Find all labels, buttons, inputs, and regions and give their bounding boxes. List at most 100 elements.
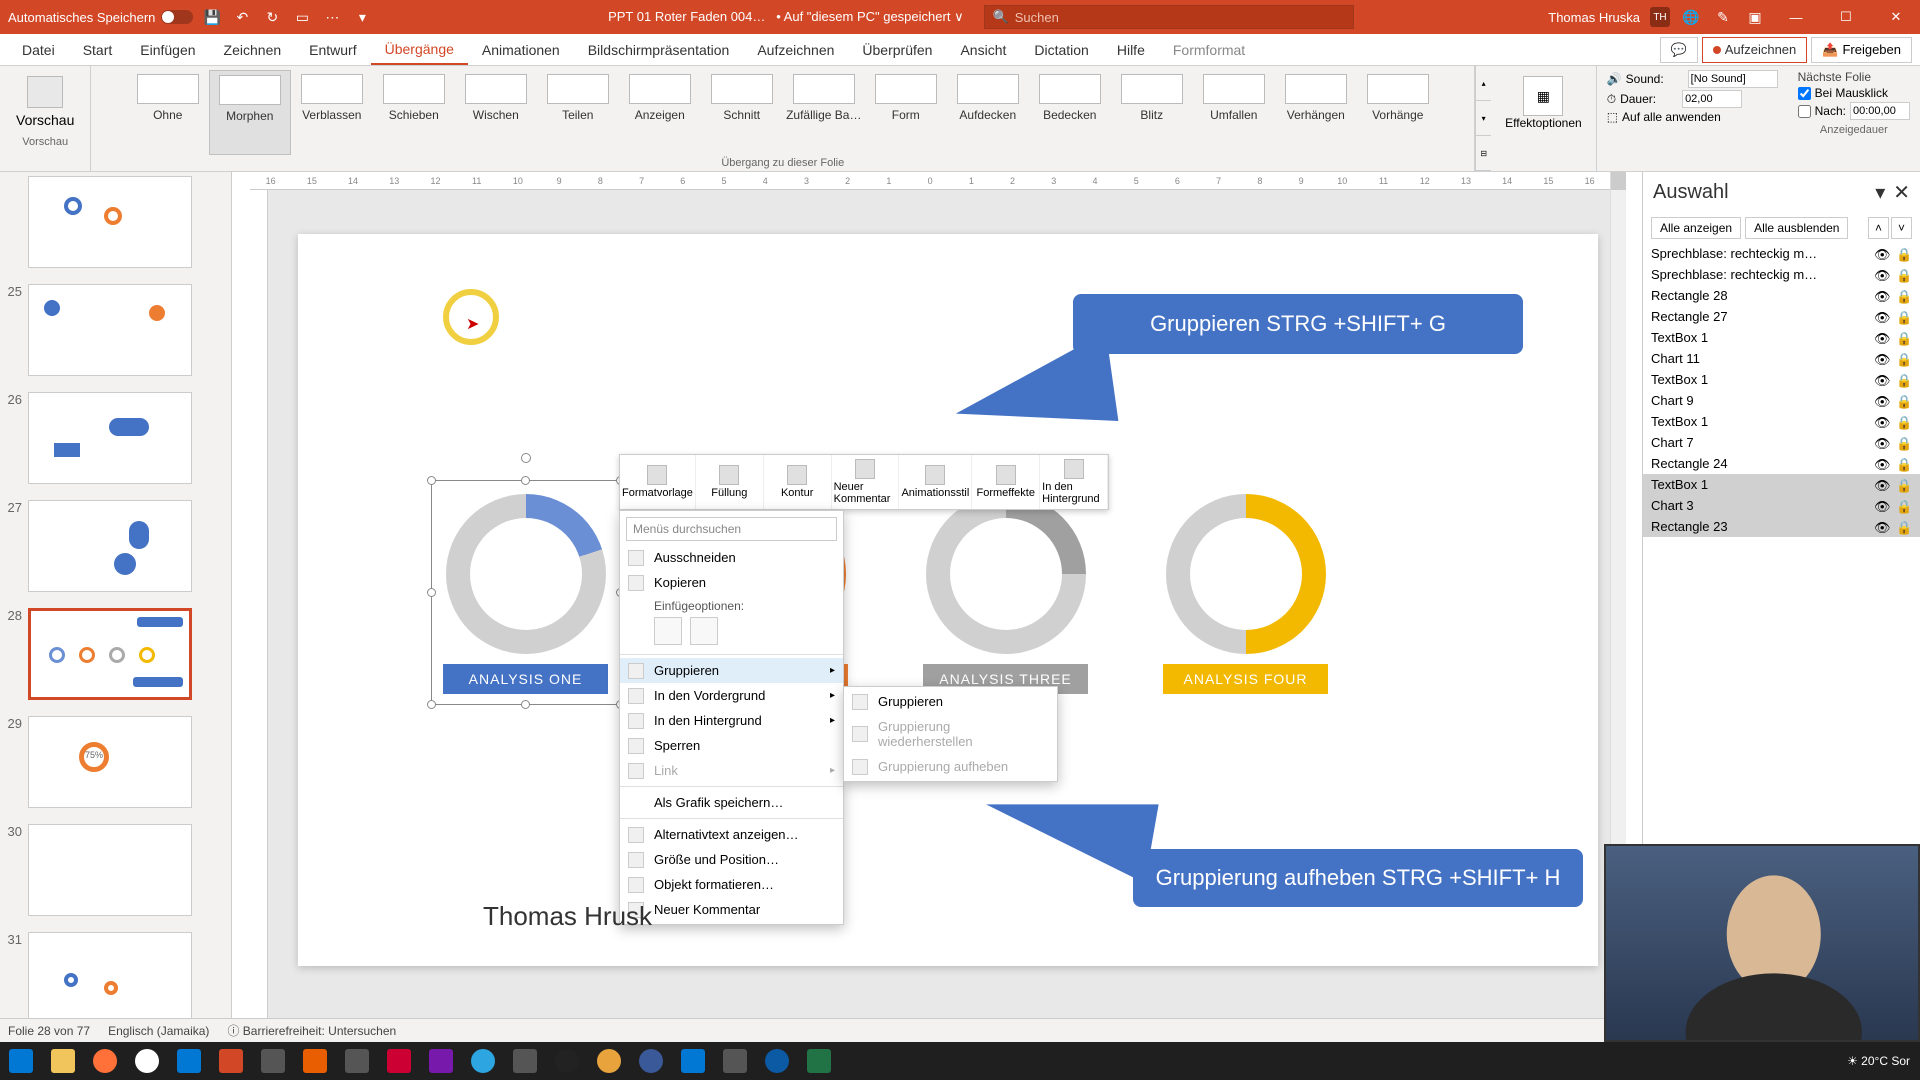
- effect-options-button[interactable]: ▦ Effektoptionen: [1497, 70, 1590, 136]
- visibility-icon[interactable]: 👁: [1874, 373, 1890, 387]
- pane-close-icon[interactable]: ✕: [1893, 180, 1910, 205]
- undo-icon[interactable]: ↶: [231, 6, 253, 28]
- user-avatar[interactable]: TH: [1650, 7, 1670, 27]
- accessibility-status[interactable]: ⓘ Barrierefreiheit: Untersuchen: [227, 1022, 396, 1039]
- selection-item[interactable]: Chart 3👁🔒: [1643, 495, 1920, 516]
- cm-send-back[interactable]: In den Hintergrund: [620, 708, 843, 733]
- tb-powerpoint[interactable]: [210, 1042, 252, 1080]
- visibility-icon[interactable]: 👁: [1874, 310, 1890, 324]
- visibility-icon[interactable]: 👁: [1874, 478, 1890, 492]
- maximize-button[interactable]: ☐: [1826, 0, 1866, 34]
- visibility-icon[interactable]: 👁: [1874, 331, 1890, 345]
- redo-icon[interactable]: ↻: [261, 6, 283, 28]
- more-qa-icon[interactable]: ⋯: [321, 6, 343, 28]
- lock-icon[interactable]: 🔒: [1896, 289, 1912, 303]
- autosave-toggle[interactable]: Automatisches Speichern: [8, 10, 193, 25]
- sm-group[interactable]: Gruppieren: [844, 689, 1057, 714]
- hide-all-button[interactable]: Alle ausblenden: [1745, 217, 1848, 239]
- selection-item[interactable]: Rectangle 23👁🔒: [1643, 516, 1920, 537]
- language-status[interactable]: Englisch (Jamaika): [108, 1024, 209, 1038]
- mt-fuellung[interactable]: Füllung: [696, 455, 764, 509]
- visibility-icon[interactable]: 👁: [1874, 394, 1890, 408]
- thumb-31[interactable]: [28, 932, 192, 1024]
- visibility-icon[interactable]: 👁: [1874, 268, 1890, 282]
- cm-new-comment[interactable]: Neuer Kommentar: [620, 897, 843, 922]
- close-button[interactable]: ✕: [1876, 0, 1916, 34]
- pen-icon[interactable]: ✎: [1712, 6, 1734, 28]
- tab-einfuegen[interactable]: Einfügen: [126, 36, 209, 64]
- tab-datei[interactable]: Datei: [8, 36, 69, 64]
- lock-icon[interactable]: 🔒: [1896, 352, 1912, 366]
- thumb-25[interactable]: [28, 284, 192, 376]
- lock-icon[interactable]: 🔒: [1896, 310, 1912, 324]
- transition-zufällige ba…[interactable]: Zufällige Ba…: [783, 70, 865, 155]
- tab-start[interactable]: Start: [69, 36, 127, 64]
- tab-uebergaenge[interactable]: Übergänge: [371, 35, 468, 65]
- paste-option-2[interactable]: [690, 617, 718, 645]
- transition-schieben[interactable]: Schieben: [373, 70, 455, 155]
- tab-zeichnen[interactable]: Zeichnen: [210, 36, 296, 64]
- pane-dropdown-icon[interactable]: ▾: [1875, 180, 1885, 205]
- mt-kontur[interactable]: Kontur: [764, 455, 832, 509]
- tb-edge[interactable]: [756, 1042, 798, 1080]
- thumb-24[interactable]: [28, 176, 192, 268]
- transition-teilen[interactable]: Teilen: [537, 70, 619, 155]
- lock-icon[interactable]: 🔒: [1896, 520, 1912, 534]
- tab-hilfe[interactable]: Hilfe: [1103, 36, 1159, 64]
- selection-item[interactable]: TextBox 1👁🔒: [1643, 327, 1920, 348]
- transition-vorhänge[interactable]: Vorhänge: [1357, 70, 1439, 155]
- menu-search[interactable]: Menüs durchsuchen: [626, 517, 837, 541]
- tab-ueberpruefen[interactable]: Überprüfen: [848, 36, 946, 64]
- tb-app7[interactable]: [672, 1042, 714, 1080]
- mt-formatvorlage[interactable]: Formatvorlage: [620, 455, 696, 509]
- transition-ohne[interactable]: Ohne: [127, 70, 209, 155]
- transition-verhängen[interactable]: Verhängen: [1275, 70, 1357, 155]
- lock-icon[interactable]: 🔒: [1896, 373, 1912, 387]
- selection-item[interactable]: Sprechblase: rechteckig m…👁🔒: [1643, 243, 1920, 264]
- tb-app2[interactable]: [336, 1042, 378, 1080]
- apply-all-button[interactable]: ⬚Auf alle anwenden: [1607, 110, 1778, 124]
- selection-item[interactable]: Sprechblase: rechteckig m…👁🔒: [1643, 264, 1920, 285]
- transition-bedecken[interactable]: Bedecken: [1029, 70, 1111, 155]
- mt-hintergrund[interactable]: In den Hintergrund: [1040, 455, 1108, 509]
- tb-excel[interactable]: [798, 1042, 840, 1080]
- mt-effekte[interactable]: Formeffekte: [972, 455, 1040, 509]
- tb-chrome[interactable]: [126, 1042, 168, 1080]
- tb-app8[interactable]: [714, 1042, 756, 1080]
- transition-schnitt[interactable]: Schnitt: [701, 70, 783, 155]
- rotate-handle[interactable]: [521, 453, 531, 463]
- comments-button[interactable]: 💬: [1660, 37, 1698, 63]
- lock-icon[interactable]: 🔒: [1896, 247, 1912, 261]
- on-click-checkbox[interactable]: [1798, 87, 1811, 100]
- cm-copy[interactable]: Kopieren: [620, 570, 843, 595]
- tb-app1[interactable]: [252, 1042, 294, 1080]
- lock-icon[interactable]: 🔒: [1896, 415, 1912, 429]
- lock-icon[interactable]: 🔒: [1896, 478, 1912, 492]
- show-all-button[interactable]: Alle anzeigen: [1651, 217, 1741, 239]
- window-icon[interactable]: ▣: [1744, 6, 1766, 28]
- tab-ansicht[interactable]: Ansicht: [946, 36, 1020, 64]
- thumb-26[interactable]: [28, 392, 192, 484]
- cm-format-object[interactable]: Objekt formatieren…: [620, 872, 843, 897]
- transition-blitz[interactable]: Blitz: [1111, 70, 1193, 155]
- visibility-icon[interactable]: 👁: [1874, 247, 1890, 261]
- after-input[interactable]: [1850, 102, 1910, 120]
- thumb-30[interactable]: [28, 824, 192, 916]
- selection-item[interactable]: Chart 7👁🔒: [1643, 432, 1920, 453]
- lock-icon[interactable]: 🔒: [1896, 499, 1912, 513]
- lock-icon[interactable]: 🔒: [1896, 436, 1912, 450]
- mt-kommentar[interactable]: Neuer Kommentar: [832, 455, 900, 509]
- cm-cut[interactable]: Ausschneiden: [620, 545, 843, 570]
- tb-outlook[interactable]: [168, 1042, 210, 1080]
- mt-animation[interactable]: Animationsstil: [899, 455, 972, 509]
- start-button[interactable]: [0, 1042, 42, 1080]
- tab-animationen[interactable]: Animationen: [468, 36, 574, 64]
- visibility-icon[interactable]: 👁: [1874, 289, 1890, 303]
- globe-icon[interactable]: 🌐: [1680, 6, 1702, 28]
- move-down-icon[interactable]: ˅: [1891, 217, 1912, 239]
- cm-save-picture[interactable]: Als Grafik speichern…: [620, 790, 843, 815]
- lock-icon[interactable]: 🔒: [1896, 457, 1912, 471]
- selection-item[interactable]: TextBox 1👁🔒: [1643, 474, 1920, 495]
- weather-widget[interactable]: ☀ 20°C Sor: [1847, 1054, 1910, 1068]
- paste-option-1[interactable]: [654, 617, 682, 645]
